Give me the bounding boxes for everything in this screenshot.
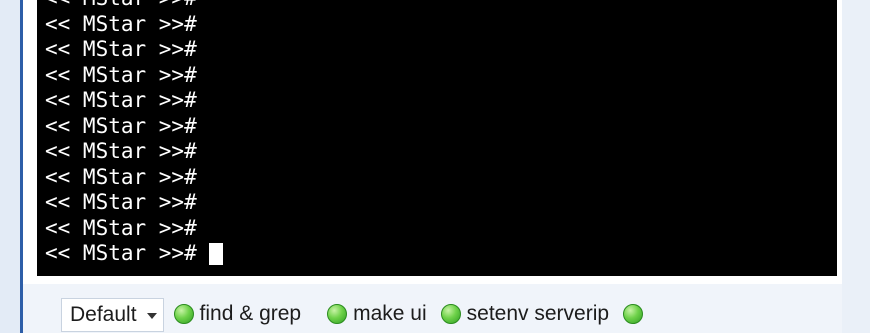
- terminal-line: << MStar >>#: [45, 88, 197, 112]
- quick-command-bar: Default find & grep make ui setenv serve…: [20, 284, 842, 333]
- profile-dropdown-value: Default: [70, 302, 137, 326]
- quick-command-make-ui[interactable]: make ui: [327, 302, 427, 326]
- right-side-panel: [842, 0, 870, 333]
- green-orb-icon: [327, 303, 348, 324]
- terminal-line: << MStar >>#: [45, 37, 197, 61]
- green-orb-icon: [440, 303, 461, 324]
- terminal-line: << MStar >>#: [45, 139, 197, 163]
- green-orb-icon: [623, 303, 644, 324]
- quick-command-setenv-serverip[interactable]: setenv serverip: [440, 301, 610, 326]
- quick-command-find-grep[interactable]: find & grep: [173, 301, 302, 326]
- terminal-line: << MStar >>#: [45, 164, 197, 189]
- terminal-line: << MStar >>#: [45, 215, 197, 240]
- terminal-line: << MStar >>#: [45, 190, 197, 214]
- quick-command-label: setenv serverip: [466, 301, 610, 325]
- terminal-output[interactable]: << MStar >># << MStar >># << MStar >># <…: [37, 0, 837, 276]
- profile-dropdown[interactable]: Default: [61, 297, 164, 332]
- quick-command-more[interactable]: [623, 303, 649, 324]
- terminal-lines: << MStar >># << MStar >># << MStar >># <…: [45, 0, 223, 267]
- text-cursor: [208, 242, 223, 265]
- terminal-line: << MStar >>#: [45, 62, 197, 87]
- terminal-line: << MStar >>#: [45, 0, 223, 12]
- left-gutter: [0, 0, 8, 333]
- quick-command-label: make ui: [353, 301, 427, 325]
- chevron-down-icon[interactable]: [146, 312, 157, 319]
- quick-command-label: find & grep: [199, 301, 302, 325]
- terminal-app-window: << MStar >># << MStar >># << MStar >># <…: [0, 0, 870, 333]
- terminal-line: << MStar >>#: [45, 113, 197, 138]
- terminal-prompt-line: << MStar >>#: [45, 241, 223, 267]
- terminal-line: << MStar >>#: [45, 11, 197, 36]
- green-orb-icon: [173, 303, 194, 324]
